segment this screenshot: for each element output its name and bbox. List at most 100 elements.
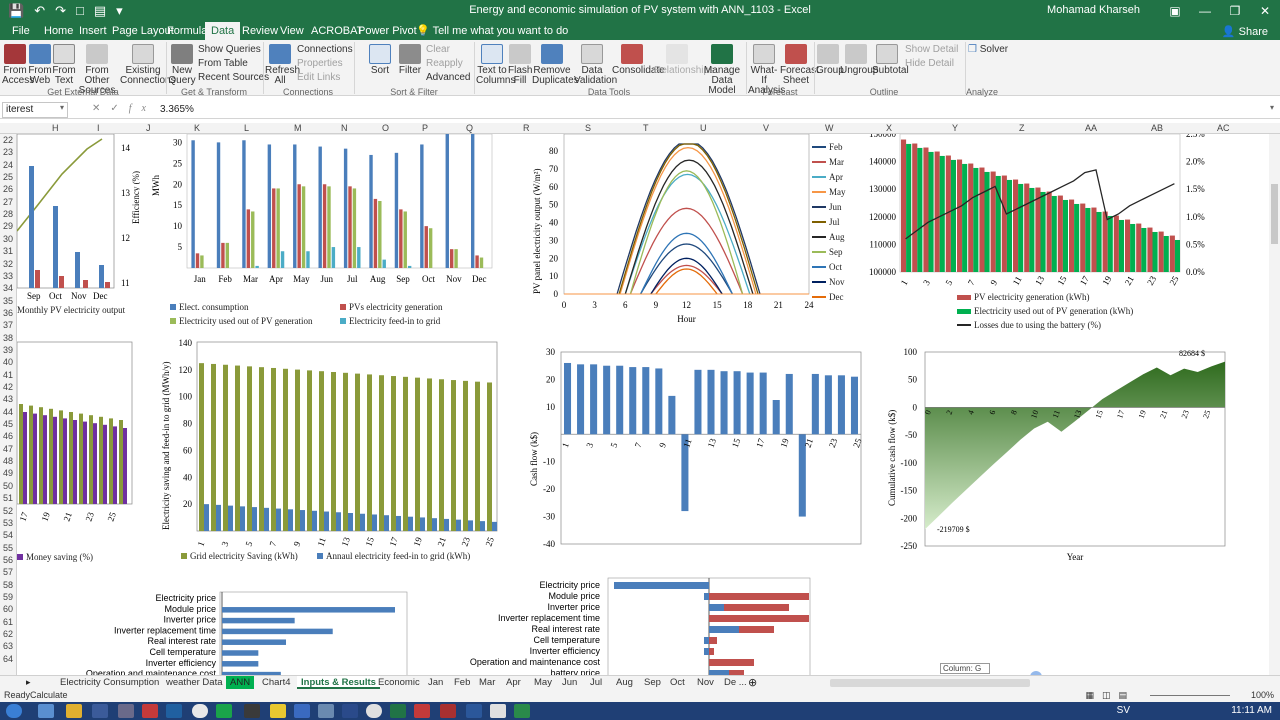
taskbar-word-icon[interactable] (466, 704, 482, 718)
row-header[interactable]: 39 (0, 345, 16, 355)
restore-button[interactable]: ❐ (1220, 0, 1250, 22)
chart-sensitivity-tornado[interactable]: Electricity price Module price Inverter pr… (437, 576, 811, 678)
taskbar-app-icon[interactable] (490, 704, 506, 718)
taskbar-app-icon[interactable] (244, 704, 260, 718)
chart-cumulative-cash-flow[interactable]: 100 50 0 -50 -100 -150 -200 -250 Cumulative cash… (885, 346, 1230, 564)
taskbar-app-icon[interactable] (440, 704, 456, 718)
from-web-button[interactable]: From Web (28, 42, 52, 86)
row-header[interactable]: 25 (0, 172, 16, 182)
expand-formula-bar-icon[interactable]: ▾ (1270, 103, 1274, 112)
remove-duplicates-button[interactable]: Remove Duplicates (532, 42, 579, 86)
sheet-tab[interactable]: Nov (693, 676, 718, 689)
formula-value[interactable]: 3.365% (160, 104, 194, 115)
sheet-tab[interactable]: Apr (502, 676, 525, 689)
ungroup-button[interactable]: Ungroup (840, 42, 878, 76)
taskbar-app-icon[interactable] (216, 704, 232, 718)
status-calculate[interactable]: Calculate (30, 690, 68, 700)
taskbar-app-icon[interactable] (166, 704, 182, 718)
column-header[interactable]: H (52, 123, 59, 134)
row-header[interactable]: 49 (0, 468, 16, 478)
chart-monthly-efficiency[interactable]: 14 13 12 11 Efficiency (%) Sep Oct Nov Dec (17, 134, 147, 314)
sheet-tab[interactable]: Oct (666, 676, 689, 689)
subtotal-button[interactable]: Subtotal (872, 42, 909, 76)
name-box[interactable]: iterest (2, 102, 68, 118)
sheet-tab[interactable]: Jun (558, 676, 581, 689)
flash-fill-button[interactable]: Flash Fill (508, 42, 532, 86)
horizontal-scrollbar[interactable] (830, 679, 1030, 687)
sheet-tab[interactable]: ANN (226, 676, 255, 689)
row-header[interactable]: 33 (0, 271, 16, 281)
tab-file[interactable]: File (6, 22, 36, 40)
taskbar-app-icon[interactable] (366, 704, 382, 718)
row-header[interactable]: 37 (0, 320, 16, 330)
row-header[interactable]: 36 (0, 308, 16, 318)
column-header[interactable]: U (700, 123, 707, 134)
tab-data[interactable]: Data (205, 22, 241, 40)
column-header[interactable]: J (146, 123, 151, 134)
new-sheet-icon[interactable]: ⊕ (748, 676, 757, 689)
row-header[interactable]: 45 (0, 419, 16, 429)
row-header[interactable]: 24 (0, 160, 16, 170)
sheet-tab[interactable]: Jul (586, 676, 606, 689)
column-header[interactable]: R (523, 123, 530, 134)
taskbar-app-icon[interactable] (342, 704, 358, 718)
row-header[interactable]: 64 (0, 654, 16, 664)
row-header[interactable]: 63 (0, 641, 16, 651)
column-header[interactable]: X (886, 123, 892, 134)
row-header[interactable]: 42 (0, 382, 16, 392)
chart-monthly-energy[interactable]: 5 10 15 20 25 30 MWh Jan Feb Mar Apr May Jun Jul Aug Se… (140, 134, 498, 331)
tell-me-box[interactable]: 💡 Tell me what you want to do (410, 22, 574, 40)
row-header[interactable]: 48 (0, 456, 16, 466)
row-header[interactable]: 60 (0, 604, 16, 614)
connections-button[interactable]: Connections (297, 44, 353, 55)
row-header[interactable]: 35 (0, 296, 16, 306)
sheet-tab[interactable]: Sep (640, 676, 665, 689)
from-text-button[interactable]: From Text (52, 42, 76, 86)
view-mode-icons[interactable]: ▦◫▤ (1085, 690, 1135, 701)
data-validation-button[interactable]: Data Validation (574, 42, 617, 86)
minimize-button[interactable]: — (1190, 0, 1220, 22)
column-header[interactable]: W (825, 123, 834, 134)
row-header[interactable]: 32 (0, 259, 16, 269)
user-name[interactable]: Mohamad Kharseh (1047, 4, 1140, 16)
column-header[interactable]: N (341, 123, 348, 134)
row-header[interactable]: 27 (0, 197, 16, 207)
taskbar-app-icon[interactable] (294, 704, 310, 718)
row-header[interactable]: 22 (0, 135, 16, 145)
group-button[interactable]: Group (816, 42, 844, 76)
row-header[interactable]: 54 (0, 530, 16, 540)
chart-money-saving[interactable]: 17 19 21 23 25 Money saving (%) (17, 341, 135, 562)
column-header[interactable]: AB (1151, 123, 1163, 134)
row-header[interactable]: 53 (0, 518, 16, 528)
row-header[interactable]: 56 (0, 555, 16, 565)
sheet-tab[interactable]: De ... (720, 676, 751, 689)
sort-button[interactable]: Sort (368, 42, 392, 76)
row-header[interactable]: 44 (0, 407, 16, 417)
from-access-button[interactable]: From Access (2, 42, 34, 86)
column-header[interactable]: AA (1085, 123, 1097, 134)
close-button[interactable]: ✕ (1250, 0, 1280, 22)
advanced-button[interactable]: Advanced (426, 72, 470, 83)
row-header[interactable]: 28 (0, 209, 16, 219)
worksheet-grid[interactable]: 14 13 12 11 Efficiency (%) Sep Oct Nov Dec Month… (17, 134, 1269, 678)
taskbar-app-icon[interactable] (118, 704, 134, 718)
sheet-tab[interactable]: Mar (475, 676, 499, 689)
column-header[interactable]: M (294, 123, 302, 134)
row-header[interactable]: 52 (0, 506, 16, 516)
column-header[interactable]: V (763, 123, 769, 134)
row-header[interactable]: 57 (0, 567, 16, 577)
row-header[interactable]: 58 (0, 580, 16, 590)
vertical-scrollbar[interactable] (1269, 134, 1280, 675)
show-queries-button[interactable]: Show Queries (198, 44, 261, 55)
new-query-button[interactable]: New Query (168, 42, 196, 86)
row-header[interactable]: 29 (0, 221, 16, 231)
name-box-dropdown-icon[interactable]: ▾ (60, 103, 64, 112)
column-header[interactable]: Y (952, 123, 958, 134)
taskbar-app-icon[interactable] (142, 704, 158, 718)
row-header[interactable]: 61 (0, 617, 16, 627)
forecast-sheet-button[interactable]: Forecast Sheet (780, 42, 819, 86)
sheet-tab[interactable]: May (530, 676, 556, 689)
start-icon[interactable] (6, 704, 22, 718)
taskbar-app-icon[interactable] (318, 704, 334, 718)
taskbar-app-icon[interactable] (414, 704, 430, 718)
